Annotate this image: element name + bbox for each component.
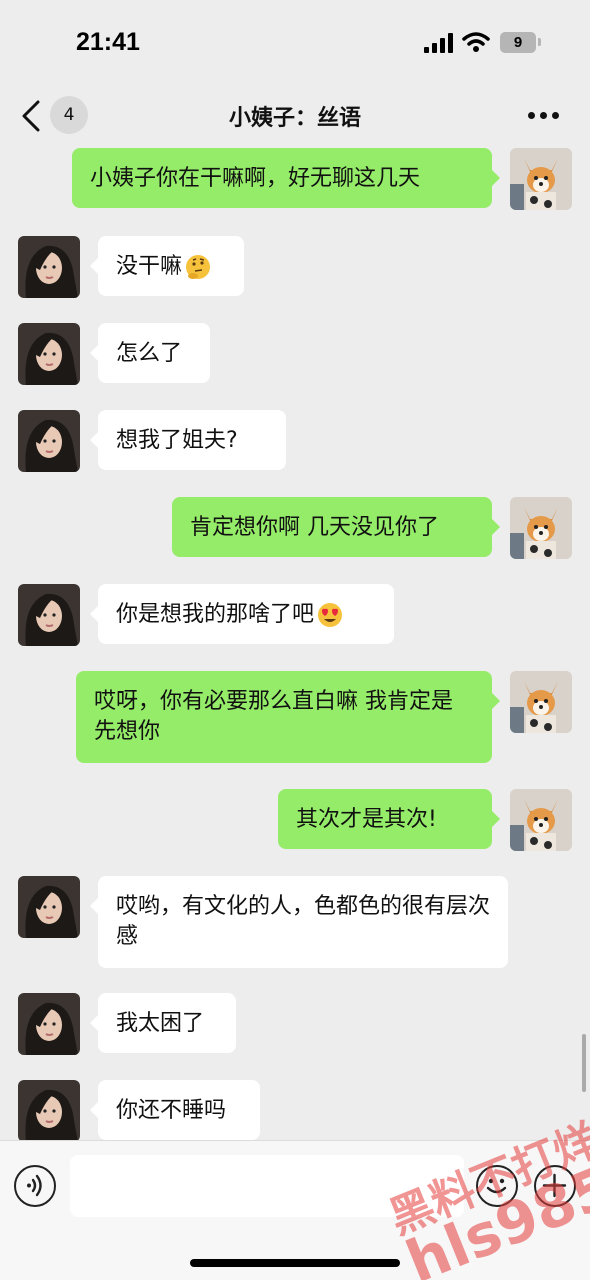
corgi-avatar-image <box>510 789 572 851</box>
message-bubble[interactable]: 其次才是其次! <box>278 789 500 849</box>
message-row-incoming: 哎哟，有文化的人，色都色的很有层次感 <box>0 874 590 970</box>
message-bubble[interactable]: 想我了姐夫? <box>90 410 286 470</box>
message-input[interactable] <box>70 1155 464 1217</box>
message-text: 小姨子你在干嘛啊，好无聊这几天 <box>90 166 421 191</box>
corgi-avatar-image <box>510 671 572 733</box>
message-bubble[interactable]: 怎么了 <box>90 323 210 383</box>
contact-avatar-image <box>18 323 80 385</box>
contact-avatar-image <box>18 236 80 298</box>
message-text: 我太困了 <box>116 1011 205 1036</box>
message-bubble[interactable]: 你是想我的那啥了吧 <box>90 584 394 644</box>
message-row-incoming: 我太困了 <box>0 991 590 1057</box>
message-bubble[interactable]: 我太困了 <box>90 993 236 1053</box>
my-avatar-corgi[interactable] <box>510 789 572 851</box>
contact-avatar[interactable] <box>18 1080 80 1140</box>
message-row-outgoing: 小姨子你在干嘛啊，好无聊这几天 <box>0 146 590 212</box>
message-bubble[interactable]: 小姨子你在干嘛啊，好无聊这几天 <box>72 148 500 208</box>
signal-icon <box>424 33 454 53</box>
contact-avatar[interactable] <box>18 876 80 938</box>
message-bubble[interactable]: 没干嘛 <box>90 236 244 296</box>
message-row-incoming: 你是想我的那啥了吧 <box>0 582 590 648</box>
message-row-incoming: 怎么了 <box>0 321 590 387</box>
message-row-incoming: 想我了姐夫? <box>0 408 590 474</box>
contact-avatar[interactable] <box>18 323 80 385</box>
message-row-outgoing: 肯定想你啊 几天没见你了 <box>0 495 590 561</box>
heart-eyes-face-icon <box>318 603 343 627</box>
message-row-outgoing: 其次才是其次! <box>0 787 590 853</box>
voice-icon[interactable] <box>14 1165 56 1207</box>
contact-avatar[interactable] <box>18 236 80 298</box>
corgi-avatar-image <box>510 497 572 559</box>
contact-avatar-image <box>18 993 80 1055</box>
battery-icon: 9 <box>500 32 536 53</box>
input-bar <box>0 1140 590 1280</box>
status-bar: 21:41 9 <box>0 0 590 88</box>
message-row-incoming: 没干嘛 <box>0 234 590 300</box>
chat-scrollbar[interactable] <box>582 1034 586 1092</box>
contact-avatar[interactable] <box>18 993 80 1055</box>
message-text: 哎哟，有文化的人，色都色的很有层次感 <box>116 894 491 949</box>
message-text: 想我了姐夫? <box>116 428 238 453</box>
more-dots-icon[interactable] <box>528 112 560 120</box>
my-avatar-corgi[interactable] <box>510 497 572 559</box>
contact-avatar[interactable] <box>18 584 80 646</box>
contact-avatar[interactable] <box>18 410 80 472</box>
message-text: 没干嘛 <box>116 254 183 279</box>
wifi-icon <box>462 32 490 52</box>
message-row-outgoing: 哎呀，你有必要那么直白嘛 我肯定是先想你 <box>0 669 590 765</box>
message-text: 其次才是其次! <box>296 807 437 832</box>
message-text: 肯定想你啊 几天没见你了 <box>190 515 439 540</box>
battery-cap <box>538 38 541 46</box>
message-bubble[interactable]: 你还不睡吗 <box>90 1080 260 1140</box>
contact-avatar-image <box>18 1080 80 1140</box>
chat-message-list[interactable]: 小姨子你在干嘛啊，好无聊这几天 没干嘛 怎么了 想我了姐夫? 肯定想你啊 几天没… <box>0 146 590 1140</box>
chat-title: 小姨子：丝语 <box>228 106 361 131</box>
nav-bar: 4 小姨子：丝语 <box>0 88 590 146</box>
contact-avatar-image <box>18 410 80 472</box>
message-row-incoming: 你还不睡吗 <box>0 1078 590 1140</box>
thinking-face-icon <box>186 255 211 279</box>
message-bubble[interactable]: 哎呀，你有必要那么直白嘛 我肯定是先想你 <box>76 671 500 763</box>
corgi-avatar-image <box>510 148 572 210</box>
message-text: 你是想我的那啥了吧 <box>116 602 315 627</box>
message-text: 怎么了 <box>116 341 183 366</box>
home-indicator[interactable] <box>190 1259 400 1267</box>
plus-icon[interactable] <box>534 1165 576 1207</box>
contact-avatar-image <box>18 876 80 938</box>
my-avatar-corgi[interactable] <box>510 671 572 733</box>
status-time: 21:41 <box>76 28 140 56</box>
my-avatar-corgi[interactable] <box>510 148 572 210</box>
contact-avatar-image <box>18 584 80 646</box>
message-text: 哎呀，你有必要那么直白嘛 我肯定是先想你 <box>94 689 453 744</box>
message-bubble[interactable]: 肯定想你啊 几天没见你了 <box>172 497 500 557</box>
message-text: 你还不睡吗 <box>116 1098 227 1123</box>
smiley-icon[interactable] <box>476 1165 518 1207</box>
message-bubble[interactable]: 哎哟，有文化的人，色都色的很有层次感 <box>90 876 508 968</box>
